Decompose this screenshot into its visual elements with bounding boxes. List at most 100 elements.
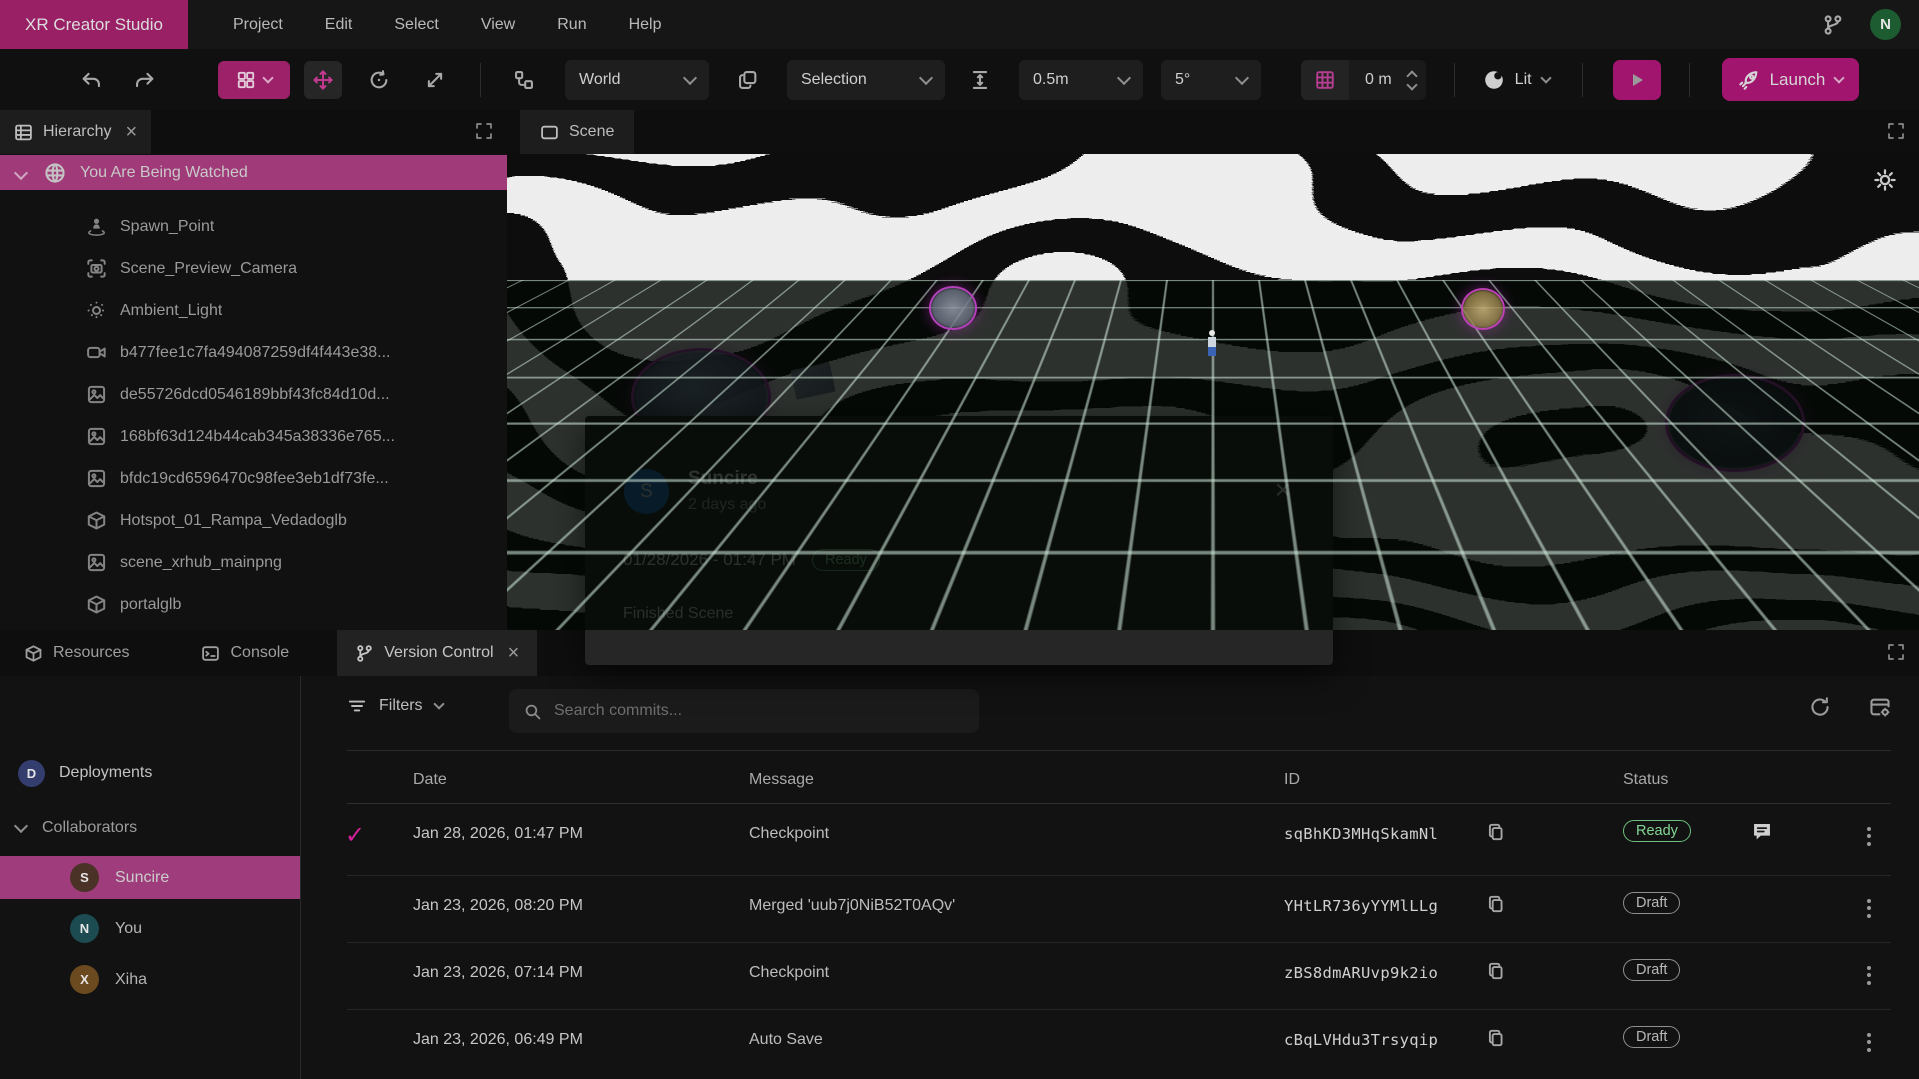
comment-icon[interactable] [1751, 821, 1773, 843]
elevation-stepper[interactable] [1408, 70, 1416, 89]
commit-row[interactable]: ✓ Jan 28, 2026, 01:47 PM Checkpoint sqBh… [301, 803, 1919, 870]
app-title: XR Creator Studio [0, 0, 188, 49]
toolbar: World Selection 0.5m 5° 0 m [0, 49, 1919, 110]
light-icon [86, 300, 107, 321]
copy-icon[interactable] [1486, 822, 1506, 842]
play-button[interactable] [1613, 60, 1661, 100]
expand-bottom-panel-icon[interactable] [1887, 643, 1905, 661]
tab-version-control[interactable]: Version Control × [337, 630, 537, 676]
tree-item-portal-model[interactable]: portalglb [0, 584, 507, 626]
rotate-tool-button[interactable] [360, 61, 398, 99]
commit-row[interactable]: Jan 23, 2026, 08:20 PM Merged 'uub7j0NiB… [301, 875, 1919, 942]
collaborators-header[interactable]: Collaborators [0, 809, 300, 847]
commit-row[interactable]: Jan 23, 2026, 07:14 PM Checkpoint zBS8dm… [301, 942, 1919, 1009]
commit-message: Checkpoint [749, 964, 829, 982]
snap-mode-dropdown[interactable]: Selection [787, 60, 945, 100]
close-icon[interactable]: × [125, 122, 137, 142]
menu-help[interactable]: Help [629, 16, 662, 34]
scale-tool-button[interactable] [416, 61, 454, 99]
elevation-field[interactable]: 0 m [1349, 60, 1426, 100]
git-branch-icon[interactable] [1822, 14, 1844, 36]
commit-message: Checkpoint [749, 825, 829, 843]
tree-item-label: de55726dcd0546189bbf43fc84d10d... [120, 386, 390, 404]
expand-panel-icon[interactable] [475, 122, 493, 140]
tree-item-image-1[interactable]: de55726dcd0546189bbf43fc84d10d... [0, 374, 507, 416]
filter-icon [347, 696, 367, 716]
pivot-button[interactable] [505, 61, 543, 99]
tab-scene[interactable]: Scene [520, 110, 634, 154]
menu-view[interactable]: View [481, 16, 515, 34]
bounds-button[interactable] [729, 61, 767, 99]
search-commits-input[interactable] [552, 701, 965, 721]
tree-item-scene-image[interactable]: scene_xrhub_mainpng [0, 542, 507, 584]
tree-item-image-2[interactable]: 168bf63d124b44cab345a38336e765... [0, 416, 507, 458]
filters-button[interactable]: Filters [347, 696, 443, 716]
grid-size-value: 0.5m [1033, 71, 1069, 89]
portal-right[interactable] [1665, 374, 1805, 472]
resources-cube-icon [24, 644, 43, 663]
panel-settings-icon[interactable] [1869, 696, 1891, 718]
move-tool-button[interactable] [304, 61, 342, 99]
scene-figure[interactable] [1207, 330, 1217, 356]
row-menu-kebab-icon[interactable] [1861, 1027, 1877, 1057]
grid-size-dropdown[interactable]: 0.5m [1019, 60, 1143, 100]
height-snap-button[interactable] [961, 61, 999, 99]
tree-item-label: 168bf63d124b44cab345a38336e765... [120, 428, 395, 446]
launch-button[interactable]: Launch [1722, 58, 1860, 101]
row-menu-kebab-icon[interactable] [1861, 893, 1877, 923]
refresh-icon[interactable] [1809, 696, 1831, 718]
commits-toolbar: Filters [301, 688, 1919, 736]
copy-icon[interactable] [1486, 961, 1506, 981]
view-layout-button[interactable] [218, 61, 290, 99]
row-menu-kebab-icon[interactable] [1861, 821, 1877, 851]
undo-button[interactable] [72, 61, 110, 99]
tab-console[interactable]: Console [183, 630, 307, 676]
spawn-icon [86, 216, 107, 237]
hierarchy-icon [14, 123, 33, 142]
grid-icon [1315, 70, 1335, 90]
tree-item-label: Hotspot_01_Rampa_Vedadoglb [120, 512, 347, 530]
angle-dropdown[interactable]: 5° [1161, 60, 1261, 100]
user-avatar[interactable]: N [1870, 9, 1901, 40]
close-icon[interactable]: × [1275, 476, 1291, 504]
portal-small-left[interactable] [929, 286, 977, 330]
copy-icon[interactable] [1486, 894, 1506, 914]
hierarchy-panel: Hierarchy × You Are Being Watched Spawn_… [0, 110, 508, 630]
commit-row[interactable]: Jan 23, 2026, 06:49 PM Auto Save cBqLVHd… [301, 1009, 1919, 1076]
search-commits-box[interactable] [509, 689, 979, 733]
toolbar-divider [1454, 63, 1455, 97]
tree-item-scene-preview-camera[interactable]: Scene_Preview_Camera [0, 248, 507, 290]
copy-icon[interactable] [1486, 1028, 1506, 1048]
expand-viewport-icon[interactable] [1887, 122, 1905, 140]
sidebar-item-deployments[interactable]: D Deployments [0, 751, 300, 795]
row-menu-kebab-icon[interactable] [1861, 960, 1877, 990]
menu-run[interactable]: Run [557, 16, 586, 34]
commit-message: Auto Save [749, 1031, 823, 1049]
tree-item-spawn-point[interactable]: Spawn_Point [0, 206, 507, 248]
column-id: ID [1284, 771, 1300, 789]
grid-snap-button[interactable] [1301, 60, 1349, 100]
hierarchy-root-label: You Are Being Watched [80, 164, 248, 182]
shading-dropdown[interactable]: Lit [1477, 60, 1556, 100]
elevation-group: 0 m [1301, 60, 1426, 100]
scale-icon [424, 69, 446, 91]
tree-item-hotspot-model[interactable]: Hotspot_01_Rampa_Vedadoglb [0, 500, 507, 542]
menu-project[interactable]: Project [233, 16, 283, 34]
collaborator-xiha[interactable]: X Xiha [0, 958, 300, 1001]
collaborator-suncire[interactable]: S Suncire [0, 856, 300, 899]
menu-select[interactable]: Select [394, 16, 438, 34]
tree-item-image-3[interactable]: bfdc19cd6596470c98fee3eb1df73fe... [0, 458, 507, 500]
tree-item-video[interactable]: b477fee1c7fa494087259df4f443e38... [0, 332, 507, 374]
viewport-settings-gear-icon[interactable] [1873, 168, 1897, 192]
stepper-down-icon[interactable] [1406, 79, 1417, 90]
space-dropdown[interactable]: World [565, 60, 709, 100]
portal-small-right[interactable] [1461, 288, 1505, 330]
collaborator-you[interactable]: N You [0, 907, 300, 950]
tab-hierarchy[interactable]: Hierarchy × [0, 110, 151, 154]
close-icon[interactable]: × [508, 643, 520, 663]
tree-item-ambient-light[interactable]: Ambient_Light [0, 290, 507, 332]
menu-edit[interactable]: Edit [325, 16, 353, 34]
redo-button[interactable] [126, 61, 164, 99]
hierarchy-root-item[interactable]: You Are Being Watched [0, 155, 507, 190]
tab-resources[interactable]: Resources [6, 630, 147, 676]
